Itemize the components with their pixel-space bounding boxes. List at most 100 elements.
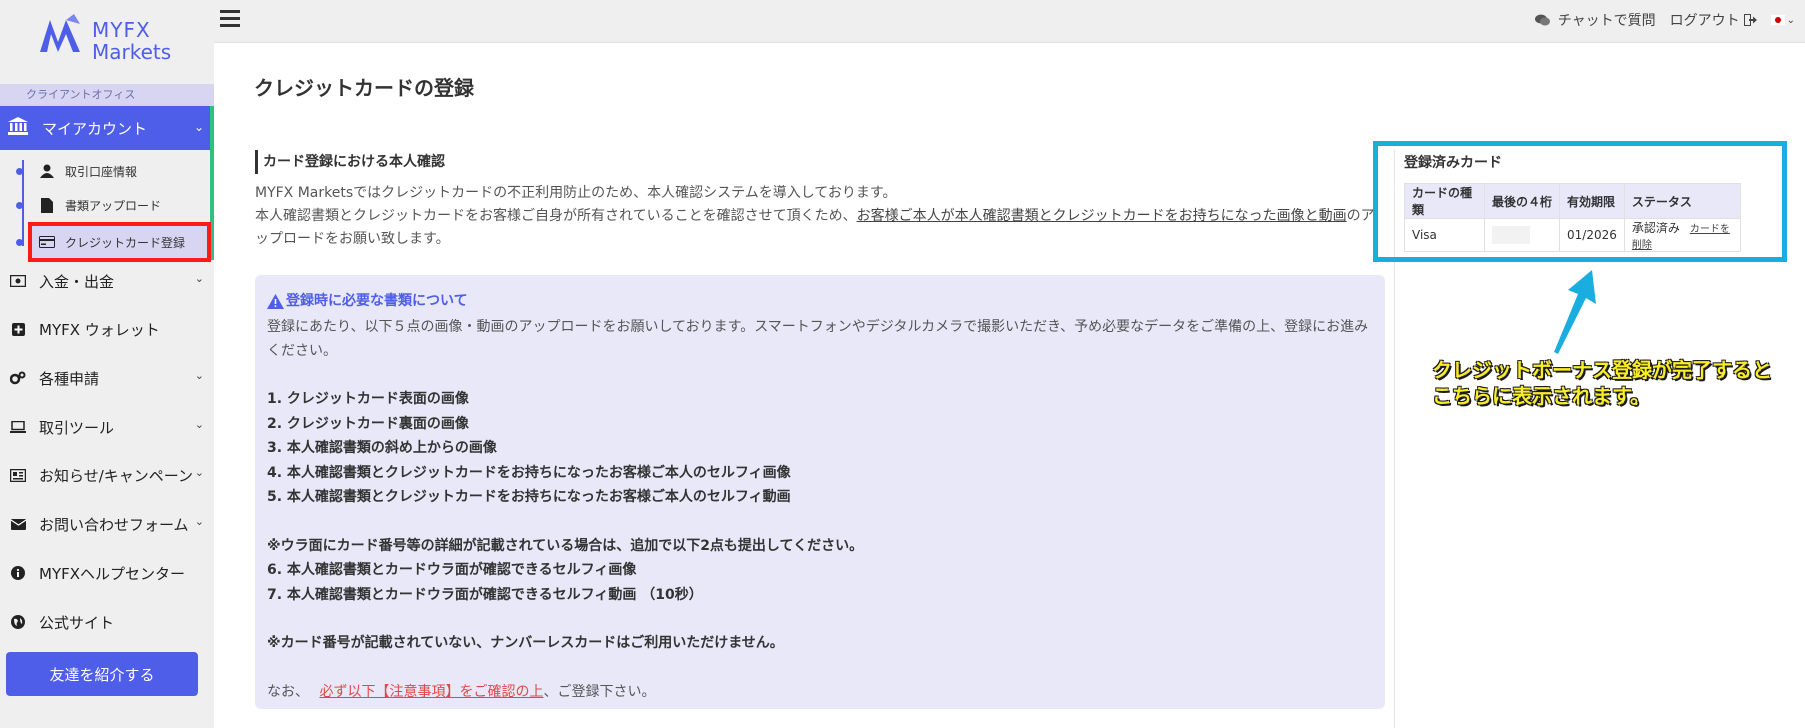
card-type-cell: Visa: [1404, 218, 1485, 252]
sidebar-item-credit-card[interactable]: クレジットカード登録: [16, 225, 185, 259]
chevron-down-icon: ⌄: [194, 272, 204, 285]
intro-underlined-text: お客様ご本人が本人確認書類とクレジットカードをお持ちになった画像と動画: [856, 208, 1347, 224]
chat-icon: [1534, 14, 1550, 26]
list-item: 1. クレジットカード表面の画像: [267, 391, 469, 407]
sidebar-item-document-upload[interactable]: 書類アップロード: [16, 188, 161, 222]
chevron-down-icon: ⌄: [1786, 14, 1795, 26]
topbar-actions: チャットで質問 ログアウト ⌄: [1521, 10, 1795, 30]
sidebar-item-applications[interactable]: 各種申請 ⌄: [0, 354, 214, 402]
logout-button[interactable]: ログアウト: [1670, 10, 1757, 30]
sidebar-item-label: MYFXヘルプセンター: [39, 564, 186, 583]
person-icon: [37, 164, 57, 178]
envelope-icon: [9, 518, 27, 530]
table-header-row: カードの種類 最後の４桁 有効期限 ステータス: [1404, 183, 1741, 219]
table-row: Visa 01/2026 承認済み カードを削除: [1404, 218, 1741, 252]
brand-logo[interactable]: MYFX Markets: [40, 14, 190, 64]
list-item: 7. 本人確認書類とカードウラ面が確認できるセルフィ動画 （10秒）: [267, 586, 703, 603]
extra-note: ※ウラ面にカード番号等の詳細が記載されている場合は、追加で以下2点も提出してくだ…: [267, 537, 864, 554]
client-office-label: クライアントオフィス: [0, 84, 214, 106]
status-cell: 承認済み カードを削除: [1623, 218, 1741, 252]
column-header: カードの種類: [1404, 183, 1485, 219]
language-selector[interactable]: ⌄: [1770, 14, 1795, 26]
info-icon: [9, 566, 27, 580]
sidebar-item-official-site[interactable]: 公式サイト: [0, 598, 214, 646]
laptop-icon: [9, 421, 27, 433]
chevron-down-icon: ⌄: [194, 369, 204, 382]
required-documents-notice: 登録時に必要な書類について 登録にあたり、以下５点の画像・動画のアップロードをお…: [255, 275, 1385, 709]
sidebar-item-label: お問い合わせフォーム: [39, 515, 189, 534]
column-header: 有効期限: [1559, 183, 1625, 219]
intro-line-1: MYFX Marketsではクレジットカードの不正利用防止のため、本人確認システ…: [255, 185, 897, 201]
status-text: 承認済み: [1631, 221, 1680, 235]
sidebar-item-help-center[interactable]: MYFXヘルプセンター: [0, 549, 214, 597]
chevron-down-icon: ⌄: [194, 466, 204, 479]
list-item: 2. クレジットカード裏面の画像: [267, 415, 469, 432]
chat-button[interactable]: チャットで質問: [1534, 10, 1656, 30]
warning-icon: [267, 293, 284, 309]
logo-mark-icon: [40, 14, 80, 52]
list-item: 6. 本人確認書類とカードウラ面が確認できるセルフィ画像: [267, 562, 637, 578]
intro-line-2: 本人確認書類とクレジットカードをお客様ご自身が所有されていることを確認させて頂く…: [255, 205, 1375, 251]
intro-text-span: 本人確認書類とクレジットカードをお客様ご自身が所有されていることを確認させて頂く…: [255, 208, 857, 224]
newspaper-icon: [9, 468, 27, 482]
registered-cards-table: カードの種類 最後の４桁 有効期限 ステータス Visa 01/2026 承認済…: [1404, 183, 1741, 252]
registered-cards-title: 登録済みカード: [1404, 155, 1502, 171]
sidebar-item-label: 書類アップロード: [65, 198, 162, 213]
footer-text: なお、: [267, 683, 309, 700]
document-icon: [37, 197, 57, 213]
notice-description: 登録にあたり、以下５点の画像・動画のアップロードをお願いしております。スマートフ…: [267, 319, 1369, 359]
cogs-icon: [9, 371, 27, 385]
sidebar-item-label: 取引口座情報: [65, 164, 138, 179]
chevron-down-icon: ⌄: [194, 515, 204, 528]
sidebar: MYFX Markets クライアントオフィス マイアカウント ⌄ 取引口座情報…: [0, 0, 214, 728]
bank-icon: [8, 117, 30, 139]
page-title: クレジットカードの登録: [254, 76, 474, 100]
chevron-down-icon: ⌄: [193, 120, 204, 134]
expiry-cell: 01/2026: [1559, 218, 1625, 252]
topbar: チャットで質問 ログアウト ⌄: [214, 0, 1805, 43]
sidebar-item-news[interactable]: お知らせ/キャンペーン ⌄: [0, 451, 214, 499]
last4-masked: [1492, 226, 1530, 244]
caution-link[interactable]: 必ず以下【注意事項】をご確認の上: [319, 684, 543, 700]
sidebar-item-contact[interactable]: お問い合わせフォーム ⌄: [0, 500, 214, 548]
last4-cell: [1483, 218, 1561, 252]
sidebar-item-label: クレジットカード登録: [65, 235, 186, 250]
sidebar-item-account-info[interactable]: 取引口座情報: [16, 154, 137, 188]
chat-label: チャットで質問: [1557, 13, 1656, 29]
bullet-dot: [16, 238, 23, 246]
plus-square-icon: [9, 322, 27, 336]
nav-my-account[interactable]: マイアカウント ⌄: [0, 106, 214, 150]
notice-footer: なお、 必ず以下【注意事項】をご確認の上、ご登録下さい。: [267, 680, 1373, 704]
column-header: 最後の４桁: [1483, 183, 1561, 219]
list-item: 3. 本人確認書類の斜め上からの画像: [267, 440, 497, 456]
numberless-note: ※カード番号が記載されていない、ナンバーレスカードはご利用いただけません。: [267, 635, 784, 651]
sidebar-item-label: 各種申請: [39, 369, 100, 388]
sidebar-item-label: 取引ツール: [39, 418, 115, 437]
sidebar-item-wallet[interactable]: MYFX ウォレット: [0, 305, 214, 353]
bullet-dot: [16, 201, 23, 209]
section-title: カード登録における本人確認: [255, 150, 445, 174]
sidebar-item-label: 公式サイト: [39, 613, 115, 632]
refer-friend-button[interactable]: 友達を紹介する: [6, 652, 198, 696]
credit-card-icon: [37, 236, 57, 248]
menu-toggle-icon[interactable]: [220, 10, 240, 28]
notice-heading: 登録時に必要な書類について: [267, 289, 1373, 313]
annotation-arrow-icon: [1554, 270, 1596, 354]
sidebar-item-label: 入金・出金: [39, 272, 115, 291]
list-item: 5. 本人確認書類とクレジットカードをお持ちになったお客様ご本人のセルフィ動画: [267, 489, 791, 505]
money-icon: [9, 275, 27, 287]
column-header: ステータス: [1623, 183, 1741, 219]
annotation-line-1: クレジットボーナス登録が完了すると: [1432, 358, 1772, 382]
notice-heading-text: 登録時に必要な書類について: [286, 293, 468, 309]
sidebar-item-trading-tools[interactable]: 取引ツール ⌄: [0, 403, 214, 451]
footer-text: 、ご登録下さい。: [543, 683, 656, 700]
intro-text: MYFX Marketsではクレジットカードの不正利用防止のため、本人確認システ…: [255, 182, 1375, 251]
sidebar-item-deposit-withdraw[interactable]: 入金・出金 ⌄: [0, 257, 214, 305]
list-item: 4. 本人確認書類とクレジットカードをお持ちになったお客様ご本人のセルフィ画像: [267, 464, 791, 481]
sidebar-item-label: お知らせ/キャンペーン: [39, 466, 194, 485]
brand-line2: Markets: [92, 40, 172, 64]
annotation-line-2: こちらに表示されます。: [1432, 384, 1650, 408]
annotation-callout: クレジットボーナス登録が完了すると こちらに表示されます。: [1432, 357, 1772, 409]
japan-flag-icon: [1770, 15, 1785, 25]
logout-label: ログアウト: [1669, 13, 1740, 29]
